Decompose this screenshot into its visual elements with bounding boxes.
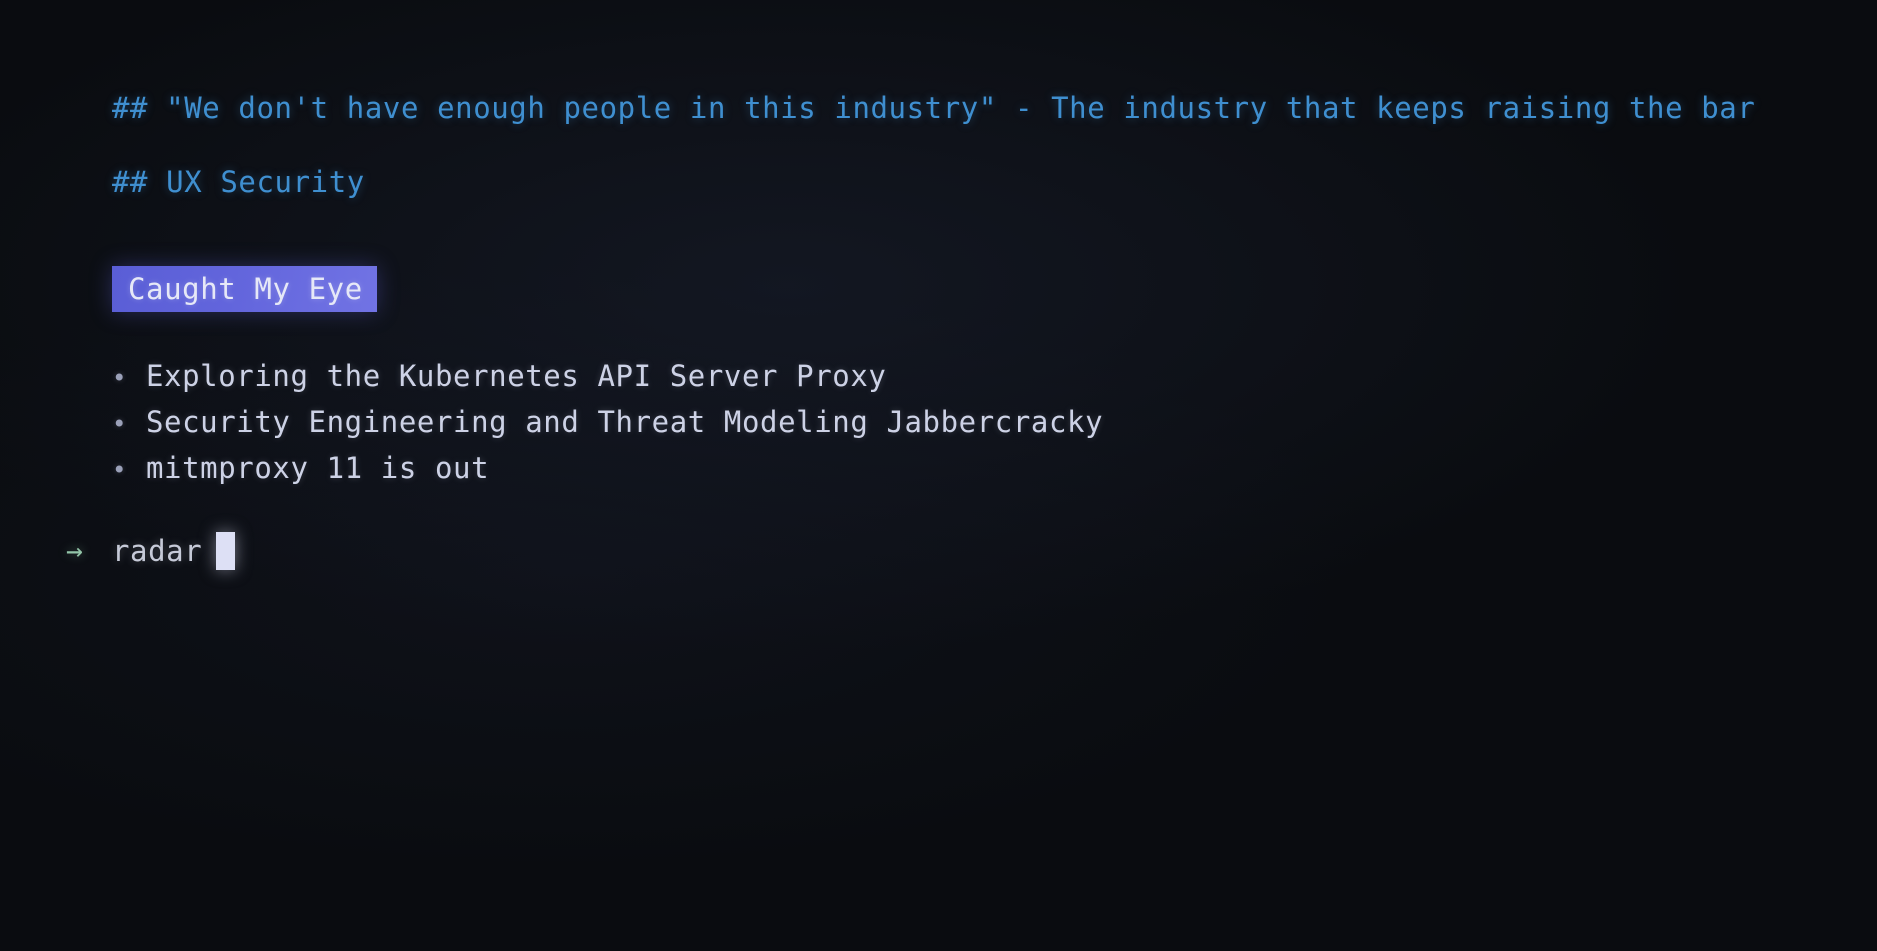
command-input-text[interactable]: radar xyxy=(112,528,202,574)
bullet-icon: • xyxy=(112,364,128,392)
list-item[interactable]: • Security Engineering and Threat Modeli… xyxy=(112,400,1837,446)
list-item-label: Security Engineering and Threat Modeling… xyxy=(146,405,1104,439)
markdown-heading-ux-security: ## UX Security xyxy=(112,165,365,199)
section-banner-caught-my-eye: Caught My Eye xyxy=(112,266,377,312)
list-item-label: mitmproxy 11 is out xyxy=(146,451,490,485)
bullet-icon: • xyxy=(112,456,128,484)
markdown-heading-industry: ## "We don't have enough people in this … xyxy=(112,91,1756,125)
terminal-window: ## "We don't have enough people in this … xyxy=(0,0,1877,951)
list-item[interactable]: • mitmproxy 11 is out xyxy=(112,446,1837,492)
text-cursor xyxy=(216,532,236,570)
prompt-arrow-icon: → xyxy=(66,534,83,567)
list-item-label: Exploring the Kubernetes API Server Prox… xyxy=(146,359,887,393)
shell-prompt-line[interactable]: → radar xyxy=(66,528,1837,574)
bullet-icon: • xyxy=(112,410,128,438)
list-item[interactable]: • Exploring the Kubernetes API Server Pr… xyxy=(112,354,1837,400)
section-banner-row: Caught My Eye xyxy=(112,266,1837,312)
terminal-screen[interactable]: ## "We don't have enough people in this … xyxy=(0,0,1877,951)
link-list: • Exploring the Kubernetes API Server Pr… xyxy=(112,354,1837,492)
